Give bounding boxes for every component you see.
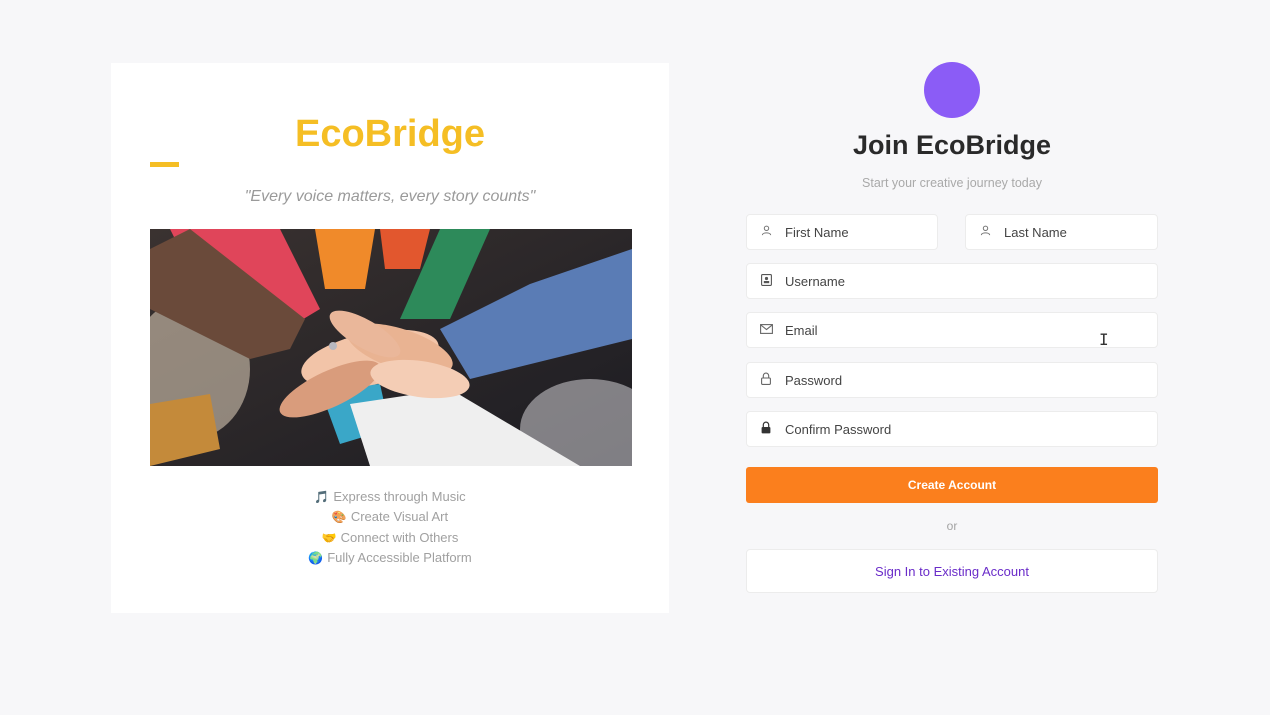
- globe-icon: 🌍: [308, 550, 324, 565]
- password-input[interactable]: [785, 372, 1157, 388]
- id-badge-icon: [747, 273, 785, 289]
- feature-item: 🎵 Express through Music: [111, 487, 669, 507]
- feature-item: 🌍 Fully Accessible Platform: [111, 548, 669, 568]
- or-divider: or: [946, 519, 958, 533]
- user-icon: [966, 225, 1004, 239]
- feature-label: Create Visual Art: [350, 509, 449, 525]
- feature-item: 🎨 Create Visual Art: [111, 507, 669, 527]
- feature-label: Express through Music: [333, 489, 466, 504]
- brand-accent-bar: [150, 162, 179, 167]
- user-icon: [747, 225, 785, 239]
- page-subtitle: Start your creative journey today: [862, 176, 1042, 190]
- password-field[interactable]: [746, 362, 1158, 398]
- palette-icon: 🎨: [331, 510, 347, 525]
- sign-in-button[interactable]: Sign In to Existing Account: [746, 549, 1158, 593]
- brand-logo-text: EcoBridge: [294, 113, 486, 155]
- first-name-input[interactable]: [785, 224, 937, 240]
- hero-image: [150, 229, 632, 466]
- confirm-password-input[interactable]: [785, 421, 1157, 437]
- music-note-icon: 🎵: [314, 490, 330, 504]
- feature-label: Fully Accessible Platform: [327, 549, 472, 565]
- feature-item: 🤝 Connect with Others: [111, 528, 669, 548]
- email-field[interactable]: [746, 312, 1158, 348]
- last-name-input[interactable]: [1004, 224, 1157, 240]
- last-name-field[interactable]: [965, 214, 1158, 250]
- handshake-icon: 🤝: [321, 530, 337, 545]
- envelope-icon: [747, 323, 785, 337]
- first-name-field[interactable]: [746, 214, 938, 250]
- lock-icon: [747, 421, 785, 437]
- confirm-password-field[interactable]: [746, 411, 1158, 447]
- avatar: [924, 62, 980, 118]
- team-hands-illustration: [150, 229, 632, 466]
- lock-open-icon: [747, 372, 785, 388]
- brand-card: EcoBridge "Every voice matters, every st…: [111, 63, 669, 613]
- username-field[interactable]: [746, 263, 1158, 299]
- signup-page: EcoBridge "Every voice matters, every st…: [0, 0, 1270, 715]
- feature-list: 🎵 Express through Music 🎨 Create Visual Ar…: [111, 487, 669, 568]
- username-input[interactable]: [785, 273, 1157, 289]
- feature-label: Connect with Others: [340, 529, 459, 545]
- page-title: Join EcoBridge: [852, 130, 1052, 160]
- create-account-button[interactable]: Create Account: [746, 467, 1158, 503]
- brand-tagline: "Every voice matters, every story counts…: [244, 188, 536, 205]
- text-cursor-icon: I: [1099, 330, 1109, 349]
